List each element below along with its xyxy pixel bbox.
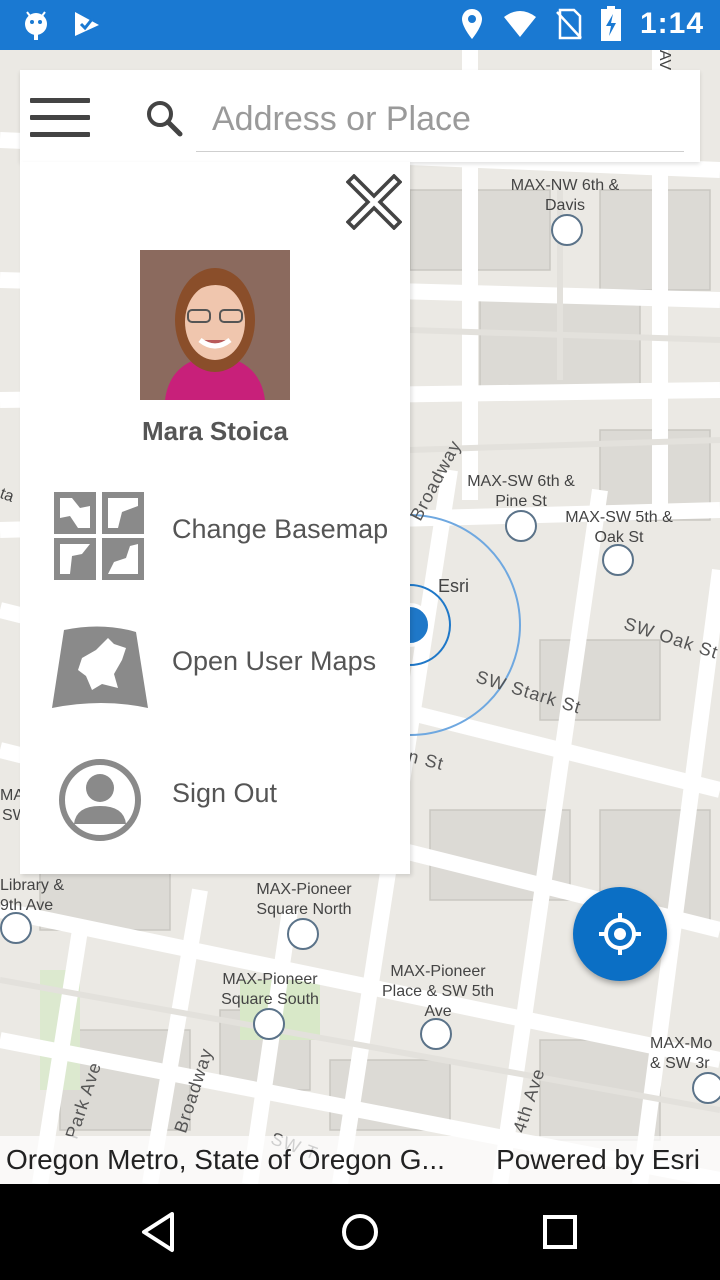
station-label: MAX-Mo & SW 3r [650, 1035, 713, 1072]
location-icon [461, 9, 482, 39]
menu-item-open-user-maps[interactable]: Open User Maps [20, 608, 410, 718]
menu-item-label: Change Basemap [172, 514, 389, 544]
map-icon [52, 626, 148, 708]
transit-icon[interactable] [420, 1018, 452, 1050]
avatar [140, 250, 290, 400]
transit-icon[interactable] [253, 1008, 285, 1040]
hamburger-menu-button[interactable] [30, 98, 90, 138]
station-label: MAX-Pioneer Square North [256, 881, 352, 918]
transit-icon[interactable] [0, 912, 32, 944]
search-icon[interactable] [144, 98, 184, 138]
station-label: MAX-NW 6th & Davis [510, 177, 620, 214]
back-icon[interactable] [136, 1208, 184, 1256]
station-label: MAX-SW 6th & Pine St [467, 473, 575, 510]
menu-item-label: Open User Maps [172, 646, 377, 676]
edge-label: AV [656, 50, 674, 71]
system-nav-bar [0, 1184, 720, 1280]
station-label: MAX-SW 5th & Oak St [565, 509, 673, 546]
recents-icon[interactable] [536, 1208, 584, 1256]
side-menu: Mara Stoica Change Basemap Open User Map… [20, 162, 410, 874]
transit-icon[interactable] [602, 544, 634, 576]
menu-item-change-basemap[interactable]: Change Basemap [20, 476, 410, 586]
place-label: Esri [438, 576, 469, 596]
station-label: Library & 9th Ave [0, 877, 65, 914]
battery-charging-icon [600, 6, 621, 41]
hamburger-line [30, 115, 90, 120]
transit-icon[interactable] [287, 918, 319, 950]
no-sim-icon [556, 8, 582, 40]
status-time: 1:14 [639, 7, 704, 40]
station-label: MAX-Pioneer Square South [221, 971, 319, 1008]
transit-icon[interactable] [692, 1072, 720, 1104]
wifi-icon [503, 11, 536, 37]
my-location-button[interactable] [573, 887, 667, 981]
attribution-text[interactable]: Oregon Metro, State of Oregon G... [6, 1144, 445, 1176]
transit-icon[interactable] [505, 510, 537, 542]
attribution-bar: Oregon Metro, State of Oregon G... Power… [0, 1136, 720, 1184]
android-icon [25, 11, 47, 40]
home-icon[interactable] [336, 1208, 384, 1256]
transit-icon[interactable] [551, 214, 583, 246]
hamburger-line [30, 132, 90, 137]
menu-item-sign-out[interactable]: Sign Out [20, 740, 410, 850]
user-name: Mara Stoica [142, 416, 288, 446]
crosshair-icon [599, 913, 641, 955]
close-icon[interactable] [346, 174, 402, 230]
menu-item-label: Sign Out [172, 778, 278, 808]
basemap-icon [54, 492, 144, 580]
station-label: MAX-Pioneer Place & SW 5th Ave [381, 963, 495, 1020]
powered-by-text: Powered by Esri [496, 1144, 700, 1175]
user-icon [59, 759, 141, 841]
search-input[interactable] [196, 88, 684, 152]
hamburger-line [30, 98, 90, 103]
status-bar: 1:14 [0, 0, 720, 50]
search-bar [20, 70, 700, 162]
checkmark-icon [75, 12, 99, 36]
